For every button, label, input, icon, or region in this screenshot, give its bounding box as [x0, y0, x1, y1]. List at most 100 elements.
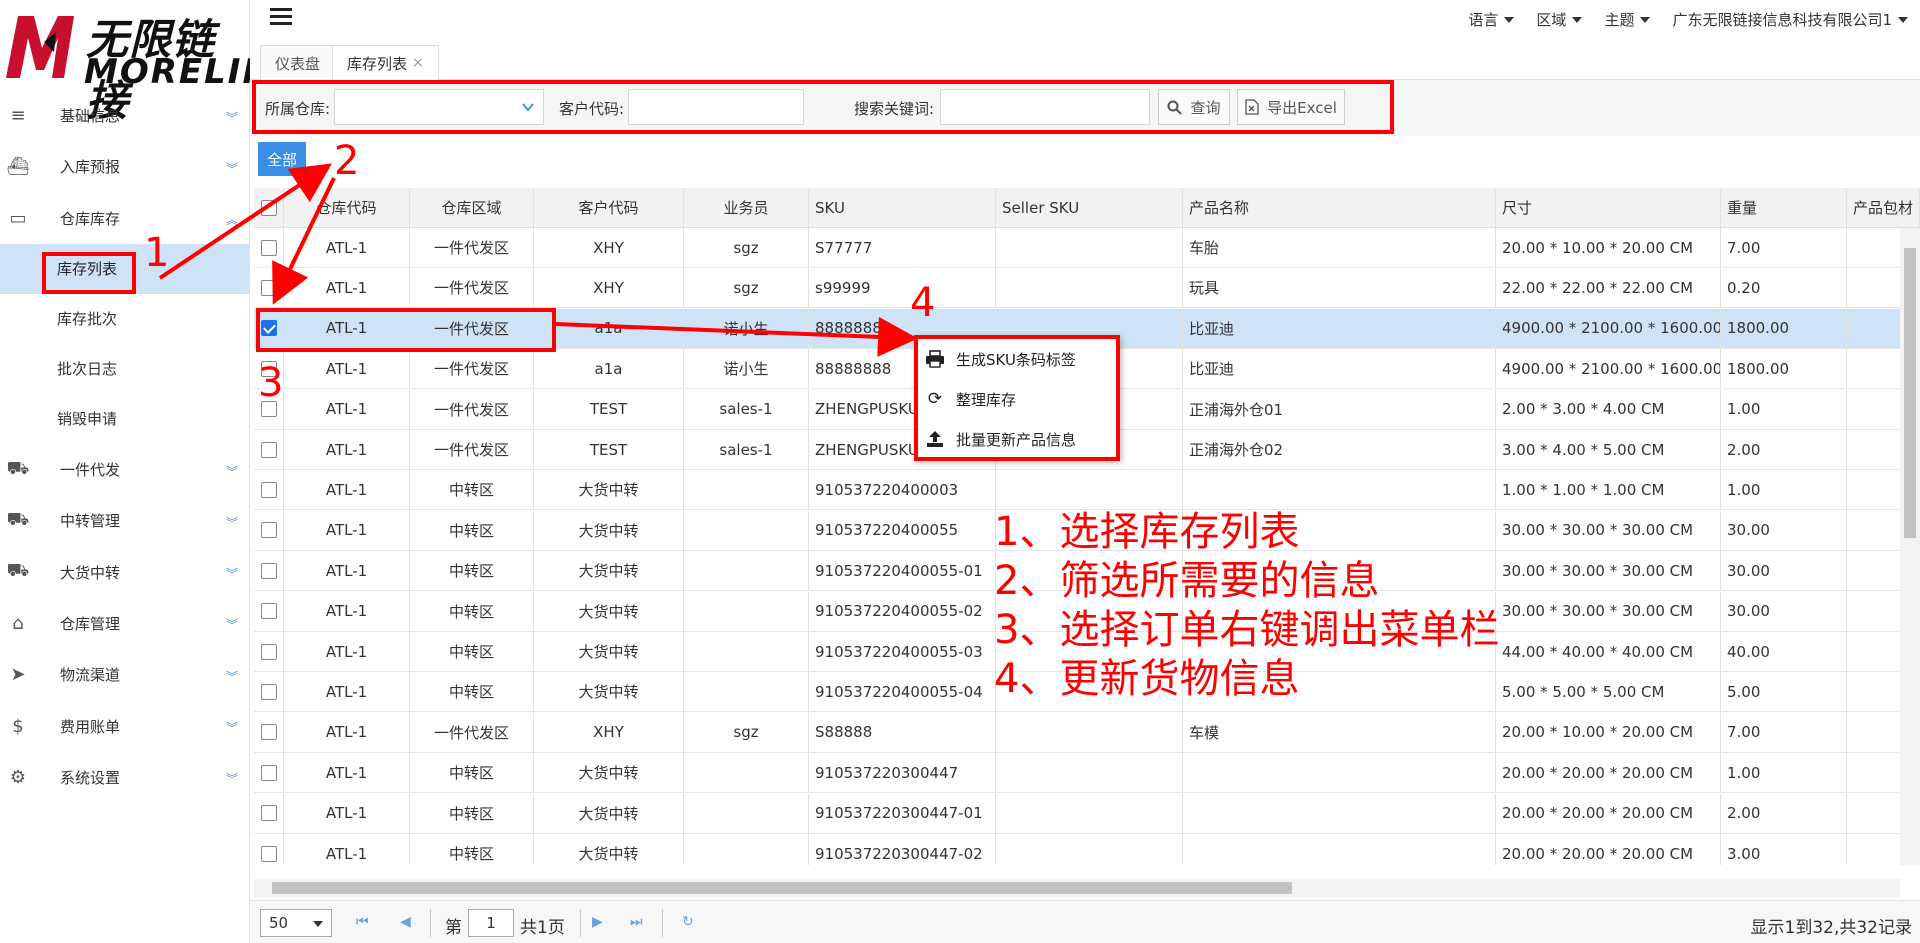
- last-page-icon[interactable]: ⏭: [630, 914, 643, 930]
- sidebar-item-transit[interactable]: ⛟ 中转管理 ︾: [0, 495, 250, 546]
- cell-weight: 2.00: [1721, 430, 1847, 469]
- row-checkbox[interactable]: [260, 522, 277, 539]
- sidebar-item-billing[interactable]: $ 费用账单 ︾: [0, 700, 250, 751]
- row-checkbox[interactable]: [260, 441, 277, 458]
- table-row[interactable]: ATL-1 中转区 大货中转 910537220300447 20.00 * 20.00…: [254, 753, 1920, 794]
- row-checkbox[interactable]: [260, 724, 277, 741]
- sidebar-item-logistics[interactable]: ➤ 物流渠道 ︾: [0, 649, 250, 700]
- page-size-select[interactable]: 50: [260, 909, 332, 937]
- cell-dimensions: 30.00 * 30.00 * 30.00 CM: [1496, 591, 1721, 631]
- sidebar-item-warehouse[interactable]: ⌂ 仓库管理 ︾: [0, 598, 250, 649]
- cell-weight: 30.00: [1721, 510, 1847, 550]
- row-checkbox-cell[interactable]: [254, 430, 284, 469]
- vertical-scroll-thumb[interactable]: [1904, 248, 1916, 538]
- row-checkbox[interactable]: [260, 805, 277, 822]
- cell-dimensions: 44.00 * 40.00 * 40.00 CM: [1496, 632, 1721, 671]
- grid-vertical-scrollbar[interactable]: [1900, 228, 1920, 865]
- cell-warehouse-code: ATL-1: [284, 389, 410, 429]
- header-checkbox-cell[interactable]: [254, 188, 284, 227]
- close-tab-icon[interactable]: ×: [412, 55, 424, 71]
- row-checkbox[interactable]: [260, 683, 277, 700]
- cell-customer-code: 大货中转: [534, 510, 684, 550]
- cell-warehouse-area: 一件代发区: [410, 268, 534, 308]
- ctx-organize-inventory[interactable]: ⟳ 整理库存: [918, 379, 1116, 419]
- sidebar-item-dropship[interactable]: ⛟ 一件代发 ︾: [0, 444, 250, 495]
- grid-horizontal-scrollbar[interactable]: [254, 879, 1900, 897]
- sidebar-subitem-inventory-batch[interactable]: 库存批次: [0, 294, 250, 344]
- tab-inventory-list[interactable]: 库存列表 ×: [332, 45, 439, 80]
- truck-icon: ⛟: [6, 560, 30, 582]
- row-checkbox-cell[interactable]: [254, 632, 284, 671]
- table-row[interactable]: ATL-1 一件代发区 XHY sgz S77777 车胎 20.00 * 10.00 * …: [254, 228, 1920, 268]
- pager-separator: [430, 909, 431, 937]
- horizontal-scroll-thumb[interactable]: [272, 882, 1292, 894]
- sidebar-item-bulk-transit[interactable]: ⛟ 大货中转 ︾: [0, 546, 250, 597]
- col-header-sku[interactable]: SKU: [809, 188, 996, 227]
- theme-dropdown[interactable]: 主题: [1604, 9, 1651, 30]
- row-checkbox[interactable]: [260, 603, 277, 620]
- row-checkbox-cell[interactable]: [254, 470, 284, 510]
- row-checkbox[interactable]: [260, 845, 277, 862]
- hamburger-menu-icon[interactable]: [270, 8, 292, 28]
- col-header-warehouse-code[interactable]: 仓库代码: [284, 188, 410, 227]
- sidebar-item-inventory[interactable]: ▭ 仓库库存 ︽: [0, 193, 250, 244]
- row-checkbox-cell[interactable]: [254, 712, 284, 752]
- sidebar-subitem-destroy-request[interactable]: 销毁申请: [0, 394, 250, 444]
- cell-weight: 1.00: [1721, 753, 1847, 793]
- col-header-product-name[interactable]: 产品名称: [1183, 188, 1496, 227]
- table-row[interactable]: ATL-1 中转区 大货中转 910537220300447-02 20.00 * 20…: [254, 834, 1920, 865]
- page-tabs: 仪表盘 库存列表 ×: [250, 40, 1920, 80]
- col-header-seller-sku[interactable]: Seller SKU: [996, 188, 1183, 227]
- table-row[interactable]: ATL-1 一件代发区 XHY sgz s99999 玩具 22.00 * 22.00 * …: [254, 268, 1920, 309]
- col-header-packaging[interactable]: 产品包材: [1847, 188, 1920, 227]
- row-checkbox[interactable]: [260, 279, 277, 296]
- row-checkbox-cell[interactable]: [254, 551, 284, 591]
- category-all-button[interactable]: 全部: [258, 142, 306, 176]
- prev-page-icon[interactable]: ◀: [400, 914, 411, 930]
- row-checkbox-cell[interactable]: [254, 228, 284, 267]
- sidebar-item-settings[interactable]: ⚙ 系统设置 ︾: [0, 752, 250, 803]
- row-checkbox-cell[interactable]: [254, 672, 284, 712]
- tab-dashboard[interactable]: 仪表盘: [260, 45, 336, 80]
- row-checkbox-cell[interactable]: [254, 268, 284, 308]
- sidebar-subitem-batch-log[interactable]: 批次日志: [0, 344, 250, 394]
- row-checkbox-cell[interactable]: [254, 591, 284, 631]
- refresh-icon[interactable]: ↻: [682, 914, 694, 930]
- select-all-checkbox[interactable]: [260, 199, 277, 216]
- col-header-salesperson[interactable]: 业务员: [684, 188, 809, 227]
- table-row[interactable]: ATL-1 中转区 大货中转 910537220400003 1.00 * 1.00 *…: [254, 470, 1920, 511]
- row-checkbox[interactable]: [260, 562, 277, 579]
- sidebar-item-basic-info[interactable]: ≡ 基础信息 ︾: [0, 90, 250, 141]
- col-header-warehouse-area[interactable]: 仓库区域: [410, 188, 534, 227]
- ctx-generate-sku-label[interactable]: 生成SKU条码标签: [918, 339, 1116, 379]
- cell-customer-code: a1a: [534, 308, 684, 348]
- row-checkbox[interactable]: [260, 481, 277, 498]
- company-dropdown[interactable]: 广东无限链接信息科技有限公司1: [1672, 9, 1908, 30]
- row-checkbox-cell[interactable]: [254, 793, 284, 833]
- row-checkbox[interactable]: [260, 643, 277, 660]
- ctx-batch-update-product[interactable]: 批量更新产品信息: [918, 419, 1116, 459]
- row-checkbox[interactable]: [260, 764, 277, 781]
- sidebar-item-inbound[interactable]: ⛴ 入库预报 ︾: [0, 141, 250, 192]
- row-checkbox-cell[interactable]: [254, 753, 284, 793]
- col-header-weight[interactable]: 重量: [1721, 188, 1847, 227]
- row-checkbox-cell[interactable]: [254, 510, 284, 550]
- cell-sku: 910537220400055-01: [809, 551, 996, 591]
- page-number-input[interactable]: 1: [468, 909, 514, 937]
- cell-warehouse-area: 中转区: [410, 510, 534, 550]
- cell-salesperson: sales-1: [684, 389, 809, 429]
- first-page-icon[interactable]: ⏮: [356, 914, 369, 930]
- chevron-double-down-icon: ︾: [226, 567, 239, 582]
- region-dropdown[interactable]: 区域: [1536, 9, 1583, 30]
- language-dropdown[interactable]: 语言: [1468, 9, 1515, 30]
- col-header-customer-code[interactable]: 客户代码: [534, 188, 684, 227]
- col-header-dimensions[interactable]: 尺寸: [1496, 188, 1721, 227]
- table-row[interactable]: ATL-1 中转区 大货中转 910537220300447-01 20.00 * 20…: [254, 793, 1920, 834]
- row-checkbox-cell[interactable]: [254, 834, 284, 865]
- table-row[interactable]: ATL-1 一件代发区 XHY sgz S88888 车模 20.00 * 10.00 * …: [254, 712, 1920, 753]
- row-checkbox[interactable]: [260, 239, 277, 256]
- cell-weight: 40.00: [1721, 632, 1847, 671]
- next-page-icon[interactable]: ▶: [592, 914, 603, 930]
- sidebar-item-label: 系统设置: [60, 768, 121, 787]
- step-text-3: 3、选择订单右键调出菜单栏: [994, 607, 1500, 653]
